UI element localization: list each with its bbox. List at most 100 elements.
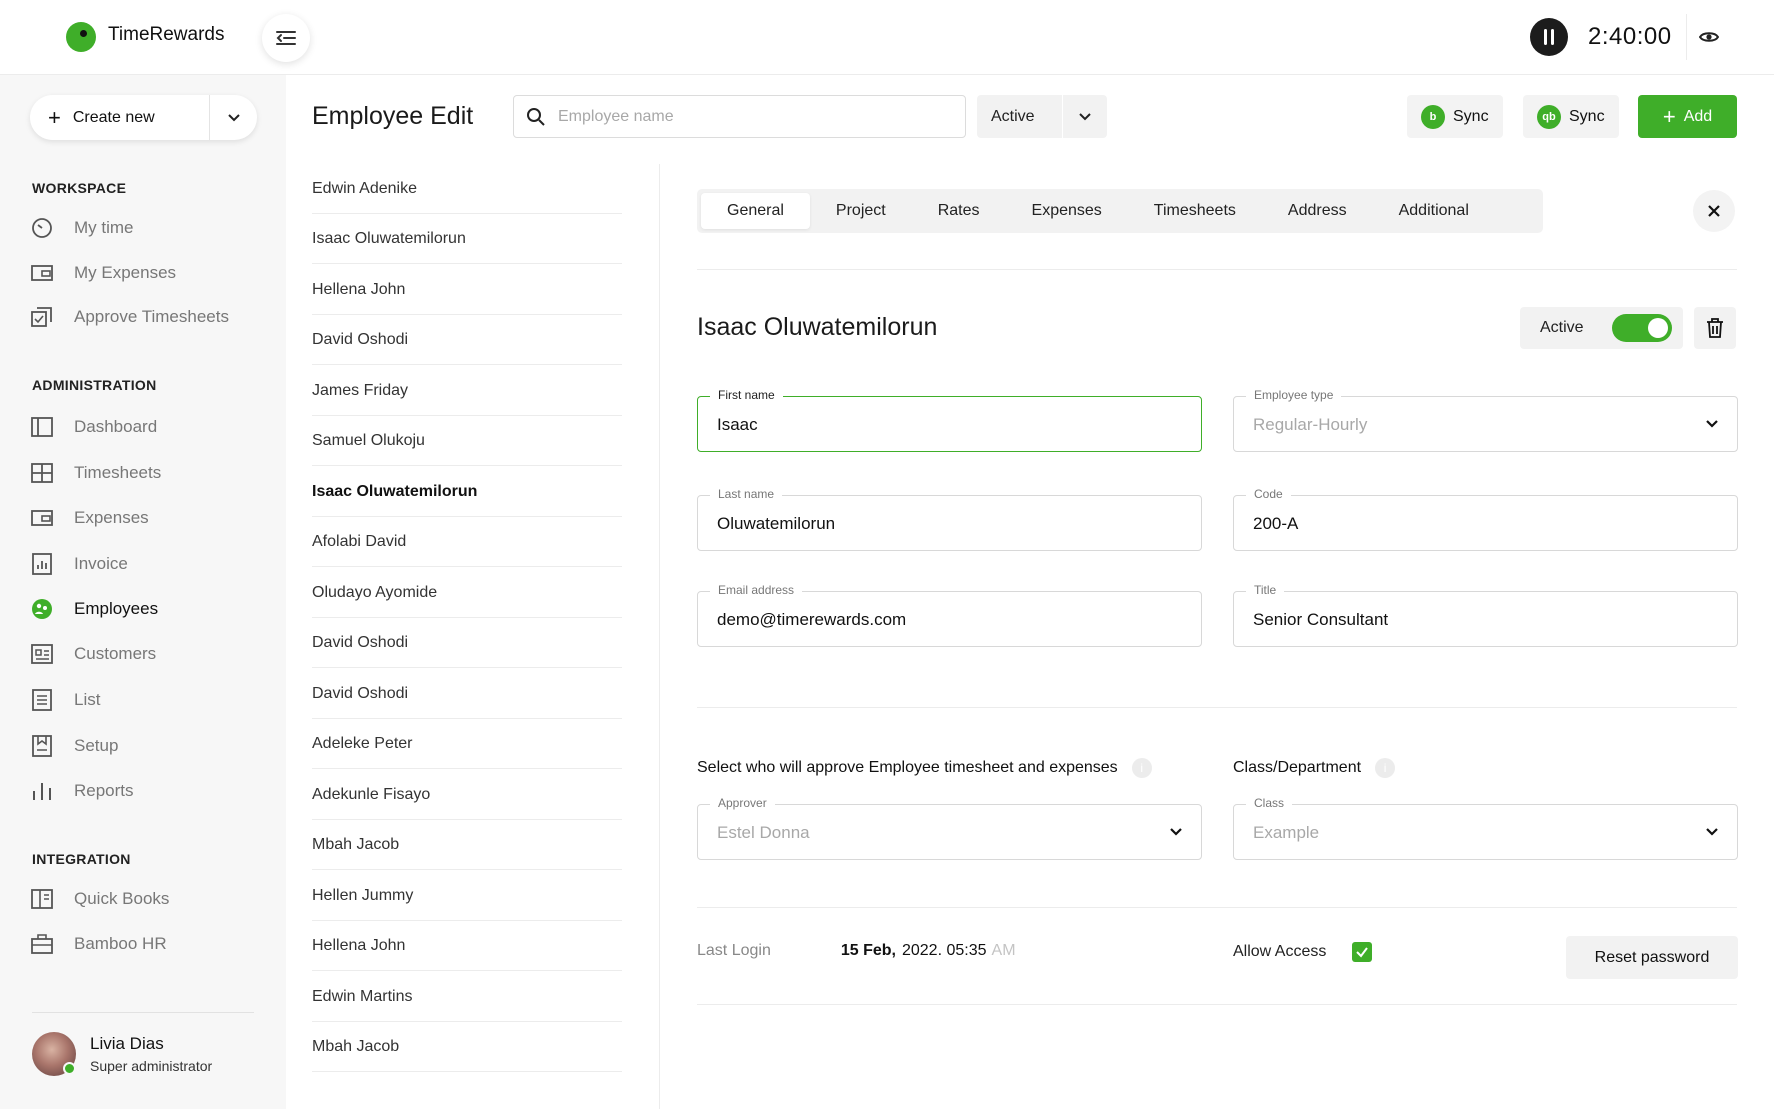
close-button[interactable]	[1693, 190, 1735, 232]
class-question-text: Class/Department	[1233, 759, 1362, 776]
field-label: Class	[1246, 796, 1293, 810]
approver-select[interactable]: Approver Estel Donna	[697, 796, 1202, 860]
collapse-sidebar-button[interactable]	[262, 14, 310, 62]
delete-button[interactable]	[1694, 307, 1736, 349]
sidebar-item-quick-books[interactable]: Quick Books	[30, 884, 169, 914]
tab-expenses[interactable]: Expenses	[1006, 193, 1128, 229]
title-field[interactable]: Title Senior Consultant	[1233, 583, 1738, 647]
timer: 2:40:00	[1530, 14, 1762, 60]
list-item[interactable]: Adeleke Peter	[312, 719, 622, 769]
user-profile[interactable]: Livia Dias Super administrator	[32, 1032, 212, 1076]
list-item[interactable]: Afolabi David	[312, 517, 622, 567]
field-label: Last name	[710, 487, 783, 501]
code-field[interactable]: Code 200-A	[1233, 487, 1738, 551]
email-field[interactable]: Email address demo@timerewards.com	[697, 583, 1202, 647]
list-item[interactable]: David Oshodi	[312, 315, 622, 365]
wallet-icon	[30, 261, 54, 285]
search-input[interactable]	[558, 107, 938, 126]
tab-general[interactable]: General	[701, 193, 810, 229]
sidebar-item-dashboard[interactable]: Dashboard	[30, 412, 157, 442]
sidebar-item-timesheets[interactable]: Timesheets	[30, 458, 161, 488]
sidebar-item-label: Reports	[74, 781, 134, 800]
field-value: Senior Consultant	[1253, 610, 1389, 629]
list-item[interactable]: Isaac Oluwatemilorun	[312, 214, 622, 264]
list-item[interactable]: Samuel Olukoju	[312, 416, 622, 466]
first-name-field[interactable]: First name Isaac	[697, 388, 1202, 452]
sync-quickbooks-button[interactable]: qb Sync	[1523, 95, 1619, 138]
tab-additional[interactable]: Additional	[1373, 193, 1495, 229]
active-toggle[interactable]: Active	[1520, 307, 1683, 349]
create-new-dropdown[interactable]	[210, 113, 257, 122]
list-item[interactable]: Hellen Jummy	[312, 871, 622, 921]
employee-type-select[interactable]: Employee type Regular-Hourly	[1233, 388, 1738, 452]
tab-address[interactable]: Address	[1262, 193, 1373, 229]
chevron-down-icon	[1705, 415, 1719, 433]
status-filter[interactable]: Active	[977, 95, 1107, 138]
chevron-down-icon	[1705, 823, 1719, 841]
list-item[interactable]: David Oshodi	[312, 669, 622, 719]
sidebar-item-list[interactable]: List	[30, 685, 100, 715]
section-administration: ADMINISTRATION	[32, 377, 157, 393]
tab-timesheets[interactable]: Timesheets	[1128, 193, 1262, 229]
list-item[interactable]: Mbah Jacob	[312, 1022, 622, 1072]
create-new-main[interactable]: + Create new	[30, 95, 210, 140]
tab-project[interactable]: Project	[810, 193, 912, 229]
sync-label: Sync	[1453, 107, 1489, 125]
divider	[697, 269, 1737, 270]
sidebar-item-employees[interactable]: Employees	[30, 594, 158, 624]
sidebar-item-my-expenses[interactable]: My Expenses	[30, 258, 176, 288]
active-switch[interactable]	[1611, 314, 1672, 342]
info-icon[interactable]: i	[1131, 758, 1152, 778]
list-item[interactable]: Edwin Martins	[312, 972, 622, 1022]
search-icon	[527, 107, 545, 126]
briefcase-icon	[30, 932, 54, 956]
field-value: demo@timerewards.com	[717, 610, 907, 629]
sidebar-item-setup[interactable]: Setup	[30, 731, 118, 761]
sidebar-item-approve-timesheets[interactable]: Approve Timesheets	[30, 302, 229, 332]
list-item[interactable]: James Friday	[312, 366, 622, 416]
sidebar-item-customers[interactable]: Customers	[30, 639, 156, 669]
status-filter-dropdown[interactable]	[1063, 112, 1107, 121]
field-value: Regular-Hourly	[1253, 415, 1368, 434]
list-item[interactable]: Adekunle Fisayo	[312, 770, 622, 820]
create-new-label: Create new	[72, 108, 155, 126]
field-label: First name	[710, 388, 783, 402]
class-select[interactable]: Class Example	[1233, 796, 1738, 860]
sidebar-item-label: Timesheets	[74, 463, 162, 482]
page-title: Employee Edit	[312, 102, 474, 130]
list-item-selected[interactable]: Isaac Oluwatemilorun	[312, 467, 622, 517]
chevron-down-icon	[227, 114, 240, 122]
sidebar-item-bamboo-hr[interactable]: Bamboo HR	[30, 929, 167, 959]
tab-rates[interactable]: Rates	[912, 193, 1006, 229]
info-icon[interactable]: i	[1375, 758, 1396, 778]
allow-access-checkbox[interactable]	[1352, 942, 1373, 962]
sidebar-item-expenses[interactable]: Expenses	[30, 503, 149, 533]
last-name-field[interactable]: Last name Oluwatemilorun	[697, 487, 1202, 551]
add-button[interactable]: + Add	[1638, 95, 1737, 138]
brand-name: TimeRewards	[108, 24, 225, 45]
divider	[697, 907, 1737, 908]
pause-button[interactable]	[1530, 18, 1568, 56]
sidebar-item-invoice[interactable]: Invoice	[30, 549, 128, 579]
search-box[interactable]	[513, 95, 966, 138]
sidebar-item-label: Expenses	[74, 508, 149, 527]
list-icon	[30, 688, 54, 712]
list-item[interactable]: Mbah Jacob	[312, 820, 622, 870]
wallet-icon	[30, 506, 54, 530]
sidebar-item-label: My Expenses	[74, 263, 177, 282]
visibility-button[interactable]	[1685, 14, 1732, 60]
list-item[interactable]: David Oshodi	[312, 618, 622, 668]
field-label: Code	[1246, 487, 1291, 501]
user-name: Livia Dias	[90, 1034, 164, 1053]
sidebar-item-reports[interactable]: Reports	[30, 776, 134, 806]
divider	[697, 707, 1737, 708]
list-item[interactable]: Oludayo Ayomide	[312, 568, 622, 618]
list-item[interactable]: Edwin Adenike	[312, 164, 622, 214]
sidebar-item-my-time[interactable]: My time	[30, 213, 134, 243]
field-label: Approver	[710, 796, 775, 810]
reset-password-button[interactable]: Reset password	[1566, 936, 1738, 979]
sync-bamboo-button[interactable]: b Sync	[1407, 95, 1503, 138]
list-item[interactable]: Hellena John	[312, 265, 622, 315]
create-new-button[interactable]: + Create new	[30, 95, 257, 140]
list-item[interactable]: Hellena John	[312, 921, 622, 971]
